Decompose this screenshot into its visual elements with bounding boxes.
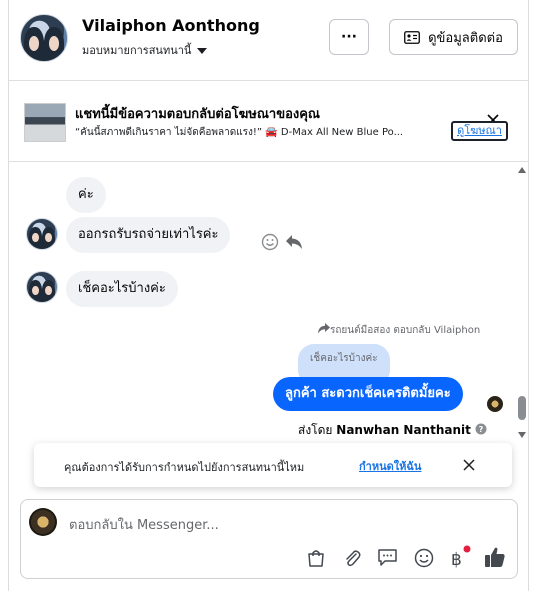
reply-input[interactable]: ตอบกลับใน Messenger... — [69, 514, 219, 535]
scroll-down-arrow-icon[interactable] — [518, 432, 526, 438]
question-icon[interactable]: ? — [475, 423, 487, 435]
assign-notification: คุณต้องการได้รับการกำหนดไปยังการสนทนานี้… — [34, 443, 512, 487]
ad-description: “คันนี้สภาพดีเกินราคา ไม่จัดคือพลาดแรง!”… — [75, 127, 404, 138]
incoming-message[interactable]: ออกรถรับรถจ่ายเท่าไรค่ะ — [66, 217, 231, 253]
saved-replies-icon[interactable] — [377, 547, 398, 568]
outgoing-message[interactable]: ลูกค้า สะดวกเช็คเครดิตมั้ยคะ — [273, 377, 463, 411]
contact-card-icon — [404, 30, 420, 44]
more-label: ··· — [341, 29, 357, 45]
ad-banner-title: แชทนี้มีข้อความตอบกลับต่อโฆษณาของคุณ — [75, 107, 320, 122]
notification-text: คุณต้องการได้รับการกำหนดไปยังการสนทนานี้… — [64, 461, 305, 474]
sent-by: ส่งโดย Nanwhan Nanthanit ? — [298, 421, 487, 440]
reply-icon[interactable] — [285, 234, 303, 250]
svg-text:฿: ฿ — [451, 550, 462, 568]
left-border — [8, 0, 9, 591]
assign-to-me-link[interactable]: กำหนดให้ฉัน — [359, 457, 421, 475]
sent-by-prefix: ส่งโดย — [298, 423, 333, 437]
incoming-message[interactable]: ค่ะ — [66, 177, 106, 213]
assign-conversation-dropdown[interactable]: มอบหมายการสนทนานี้ — [82, 41, 208, 59]
page-avatar — [29, 508, 57, 536]
sender-avatar — [26, 218, 58, 250]
view-contact-button[interactable]: ดูข้อมูลติดต่อ — [389, 19, 518, 55]
contact-avatar[interactable] — [20, 14, 68, 62]
sender-avatar — [26, 271, 58, 303]
assign-label: มอบหมายการสนทนานี้ — [82, 44, 192, 57]
emoji-icon[interactable] — [414, 548, 434, 568]
attachment-icon[interactable] — [342, 548, 362, 568]
baht-payment-icon[interactable]: ฿ — [449, 545, 471, 568]
reply-context-text: รถยนต์มือสอง ตอบกลับ Vilaiphon — [330, 325, 481, 336]
reply-context: รถยนต์มือสอง ตอบกลับ Vilaiphon — [318, 323, 480, 338]
more-options-button[interactable]: ··· — [329, 19, 369, 55]
view-ad-link[interactable]: ดูโฆษณา — [451, 121, 508, 141]
composer: ตอบกลับใน Messenger... ฿ — [20, 499, 518, 579]
header-divider — [8, 80, 529, 81]
close-notification-icon[interactable] — [463, 459, 475, 471]
sent-by-name: Nanwhan Nanthanit — [336, 423, 471, 437]
react-emoji-icon[interactable] — [261, 233, 279, 251]
reply-arrow-icon — [318, 323, 330, 334]
svg-text:?: ? — [478, 425, 483, 434]
thumbs-up-icon[interactable] — [484, 546, 506, 568]
banner-divider — [8, 161, 529, 162]
chevron-down-icon — [197, 48, 208, 54]
contact-name[interactable]: Vilaiphon Aonthong — [82, 16, 260, 35]
scrollbar-thumb[interactable] — [518, 396, 526, 420]
incoming-message[interactable]: เช็คอะไรบ้างค่ะ — [66, 271, 178, 307]
contact-button-label: ดูข้อมูลติดต่อ — [428, 30, 503, 46]
shopping-bag-icon[interactable] — [306, 548, 326, 568]
page-avatar — [487, 396, 503, 412]
ad-thumbnail[interactable] — [24, 103, 66, 142]
scroll-up-arrow-icon[interactable] — [518, 167, 526, 173]
